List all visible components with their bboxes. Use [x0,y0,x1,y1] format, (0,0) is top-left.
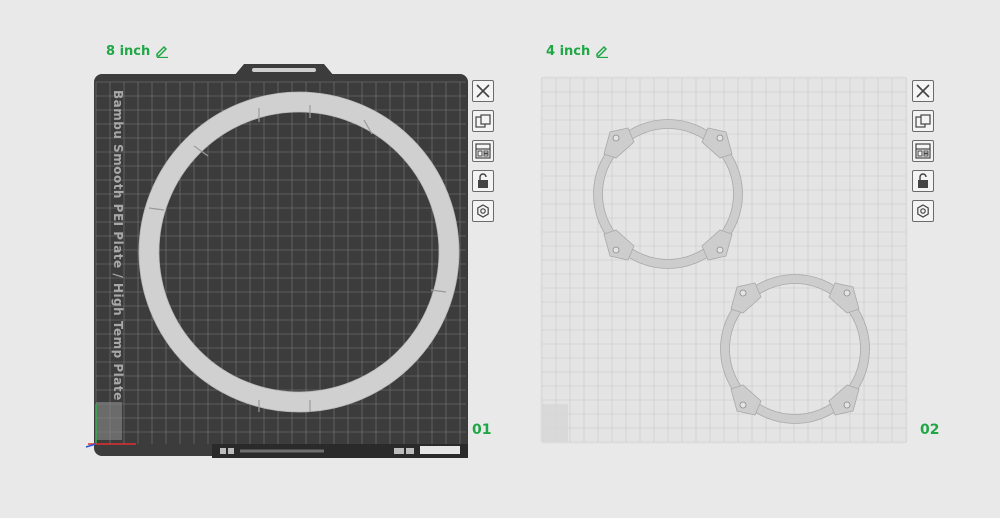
close-icon [476,84,490,98]
arrange-icon [915,114,931,128]
pencil-icon[interactable] [155,45,169,58]
layout-icon [475,143,491,159]
settings-icon [477,204,489,218]
plate-settings-button[interactable] [912,200,934,222]
lock-icon [478,173,488,188]
plate-settings-button[interactable] [472,200,494,222]
plate-title-1[interactable]: 8 inch [106,44,169,59]
delete-plate-button[interactable] [472,80,494,102]
bed-type-label: Bambu Smooth PEI Plate / High Temp Plate [111,90,125,401]
build-plate-2[interactable] [540,76,910,446]
plate-number-1: 01 [472,422,492,438]
lock-plate-button[interactable] [472,170,494,192]
layout-button[interactable] [912,140,934,162]
lock-plate-button[interactable] [912,170,934,192]
close-icon [916,84,930,98]
plate-title-2[interactable]: 4 inch [546,44,609,59]
arrange-button[interactable] [912,110,934,132]
plate-number-2: 02 [920,422,940,438]
plate-toolbar-1 [472,80,496,225]
pencil-icon[interactable] [595,45,609,58]
plate-toolbar-2 [912,80,936,225]
layout-icon [915,143,931,159]
build-plate-1[interactable]: Bambu Smooth PEI Plate / High Temp Plate [84,60,474,460]
arrange-button[interactable] [472,110,494,132]
layout-button[interactable] [472,140,494,162]
arrange-icon [475,114,491,128]
delete-plate-button[interactable] [912,80,934,102]
plate-name-label: 8 inch [106,44,151,59]
plate-name-label: 4 inch [546,44,591,59]
settings-icon [917,204,929,218]
lock-icon [918,173,928,188]
